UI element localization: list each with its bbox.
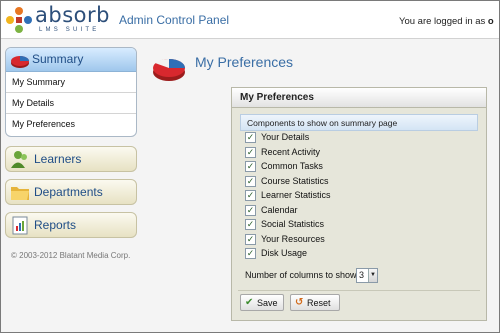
section-label: Components to show on summary page [240, 114, 478, 131]
app-window: absorb LMS SUITE Admin Control Panel You… [0, 0, 500, 333]
checkmark-icon: ✔ [245, 297, 254, 308]
component-row-social-statistics[interactable]: ✓ Social Statistics [245, 218, 445, 231]
sidebar-summary-panel: Summary My Summary My Details My Prefere… [5, 47, 137, 137]
checkbox-label: Learner Statistics [261, 190, 331, 200]
pie-chart-icon [11, 56, 29, 68]
absorb-logo-icon [6, 7, 32, 33]
save-button-label: Save [257, 298, 278, 308]
header-bar: absorb LMS SUITE Admin Control Panel You… [1, 1, 499, 39]
app-title: Admin Control Panel [119, 13, 230, 27]
checkbox-label: Recent Activity [261, 147, 321, 157]
checkbox[interactable]: ✓ [245, 176, 256, 187]
checkbox-label: Common Tasks [261, 161, 323, 171]
logo-wordmark: absorb [35, 3, 110, 27]
checkbox-label: Your Resources [261, 234, 325, 244]
chevron-down-icon[interactable]: ▼ [368, 269, 377, 282]
sidebar-subitem-my-preferences[interactable]: My Preferences [6, 114, 136, 135]
checkbox[interactable]: ✓ [245, 234, 256, 245]
checkbox-label: Social Statistics [261, 219, 325, 229]
pie-chart-icon [153, 58, 185, 81]
component-row-your-details[interactable]: ✓ Your Details [245, 131, 445, 144]
reset-button[interactable]: ↺ Reset [290, 294, 340, 311]
folder-icon [11, 187, 29, 200]
columns-select-value: 3 [359, 270, 365, 280]
component-row-common-tasks[interactable]: ✓ Common Tasks [245, 160, 445, 173]
component-row-calendar[interactable]: ✓ Calendar [245, 204, 445, 217]
columns-select[interactable]: 3 ▼ [356, 268, 378, 283]
learners-icon [11, 151, 27, 168]
report-icon [12, 216, 28, 235]
checkbox[interactable]: ✓ [245, 132, 256, 143]
sidebar-item-reports[interactable]: Reports [5, 212, 137, 238]
component-row-your-resources[interactable]: ✓ Your Resources [245, 233, 445, 246]
checkbox-label: Disk Usage [261, 248, 308, 258]
logo-subtitle: LMS SUITE [39, 27, 100, 33]
sidebar-item-summary[interactable]: Summary [6, 48, 136, 72]
checkbox-label: Course Statistics [261, 176, 329, 186]
sidebar-item-label: Departments [34, 185, 103, 199]
panel-title: My Preferences [232, 88, 486, 108]
component-row-learner-statistics[interactable]: ✓ Learner Statistics [245, 189, 445, 202]
checkbox[interactable]: ✓ [245, 147, 256, 158]
checkbox[interactable]: ✓ [245, 161, 256, 172]
sidebar-item-departments[interactable]: Departments [5, 179, 137, 205]
component-row-course-statistics[interactable]: ✓ Course Statistics [245, 175, 445, 188]
checkbox[interactable]: ✓ [245, 219, 256, 230]
checkbox[interactable]: ✓ [245, 248, 256, 259]
checkbox-label: Calendar [261, 205, 298, 215]
sidebar-item-learners[interactable]: Learners [5, 146, 137, 172]
reset-icon: ↺ [295, 297, 304, 308]
reset-button-label: Reset [307, 298, 331, 308]
component-row-recent-activity[interactable]: ✓ Recent Activity [245, 146, 445, 159]
sidebar-item-label: Summary [32, 52, 84, 66]
sidebar-subitem-my-summary[interactable]: My Summary [6, 72, 136, 93]
login-username[interactable]: o [488, 16, 494, 27]
sidebar-subitem-my-details[interactable]: My Details [6, 93, 136, 114]
checkbox[interactable]: ✓ [245, 205, 256, 216]
login-prefix: You are logged in as [399, 16, 486, 27]
checkbox-label: Your Details [261, 132, 310, 142]
page-title: My Preferences [195, 54, 294, 70]
preferences-panel: My Preferences Components to show on sum… [231, 87, 487, 321]
divider [238, 290, 480, 291]
component-row-disk-usage[interactable]: ✓ Disk Usage [245, 247, 445, 260]
columns-label: Number of columns to show: [245, 270, 360, 280]
sidebar-item-label: Learners [34, 152, 82, 166]
sidebar-item-label: Reports [34, 218, 77, 232]
login-status: You are logged in as o [399, 16, 494, 27]
checkbox[interactable]: ✓ [245, 190, 256, 201]
save-button[interactable]: ✔ Save [240, 294, 284, 311]
copyright-text: © 2003-2012 Blatant Media Corp. [11, 251, 131, 260]
